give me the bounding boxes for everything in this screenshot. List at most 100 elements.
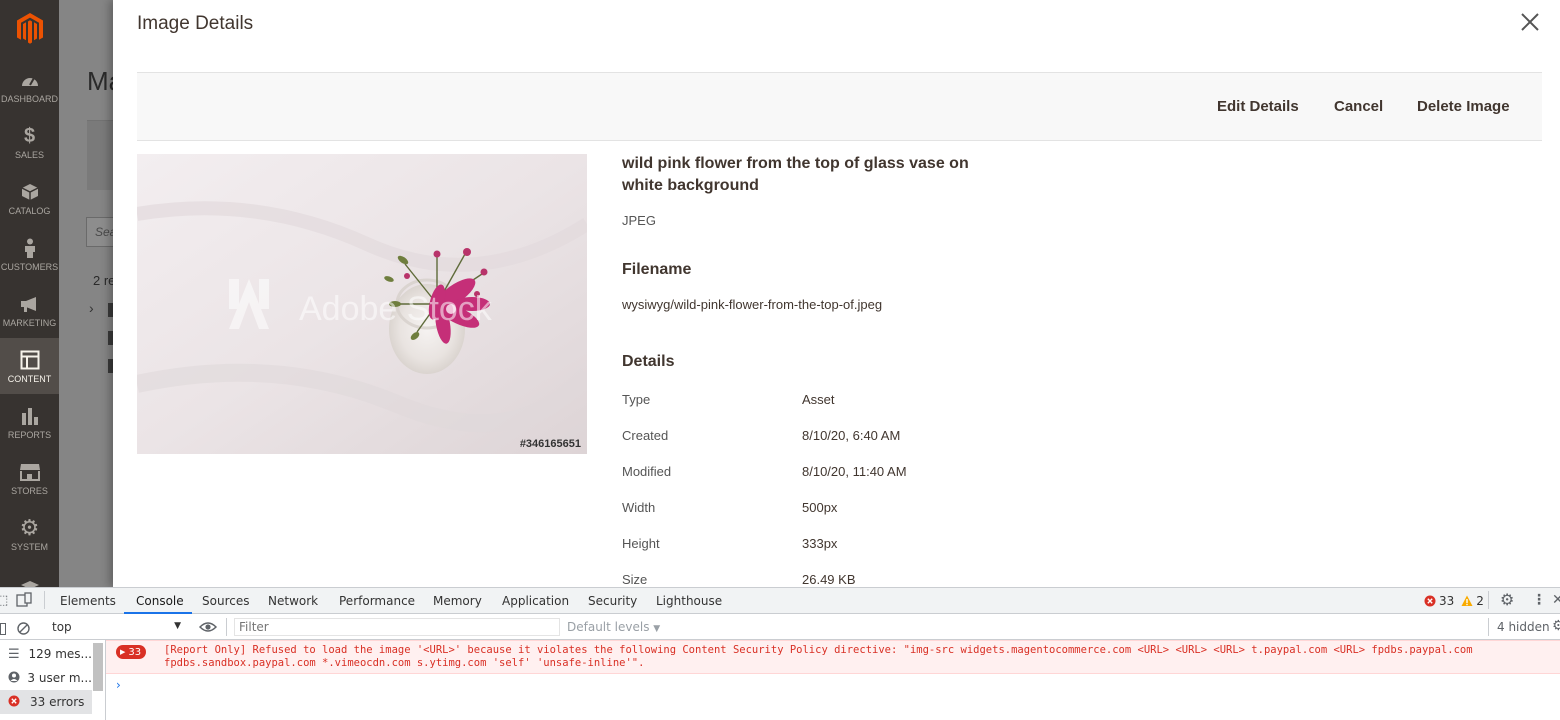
admin-sidebar: DASHBOARD $ SALES CATALOG CUSTOMERS MARK… — [0, 0, 59, 587]
image-info-panel: wild pink flower from the top of glass v… — [622, 153, 1042, 587]
log-levels-label: Default levels — [567, 620, 650, 634]
nav-catalog-label: CATALOG — [8, 205, 51, 216]
nav-system-label: SYSTEM — [10, 541, 48, 552]
detail-key: Modified — [622, 463, 672, 479]
hidden-messages-count: 4 hidden — [1497, 620, 1550, 634]
stock-id-label: #346165651 — [519, 438, 581, 450]
console-filter-input[interactable] — [234, 618, 560, 636]
bar-chart-icon — [21, 405, 39, 427]
error-icon — [1424, 595, 1436, 607]
console-settings-icon[interactable]: ⚙ — [1552, 618, 1560, 634]
filename-value: wysiwyg/wild-pink-flower-from-the-top-of… — [622, 297, 883, 312]
sidebar-item-label: 33 errors — [30, 695, 85, 709]
kebab-menu-icon[interactable]: ⋮ — [1532, 592, 1546, 608]
nav-catalog[interactable]: CATALOG — [0, 170, 59, 226]
tab-divider — [44, 591, 45, 609]
sidebar-item-user-messages[interactable]: 3 user m... — [0, 666, 92, 690]
cube-icon — [21, 181, 39, 203]
detail-key: Size — [622, 571, 648, 587]
image-preview[interactable]: Adobe Stock #346165651 — [137, 154, 587, 454]
nav-system[interactable]: ⚙ SYSTEM — [0, 506, 59, 562]
preview-watermark: Adobe Stock — [299, 290, 493, 328]
nav-reports-label: REPORTS — [7, 429, 52, 440]
detail-row: Size 26.49 KB — [622, 561, 1042, 587]
detail-row: Width 500px — [622, 489, 1042, 525]
nav-customers-label: CUSTOMERS — [0, 261, 59, 272]
nav-reports[interactable]: REPORTS — [0, 394, 59, 450]
close-icon — [1521, 13, 1539, 31]
magento-logo[interactable] — [0, 0, 59, 58]
tab-console[interactable]: Console — [136, 594, 184, 608]
device-toolbar-icon[interactable] — [16, 592, 32, 612]
tab-divider — [1488, 618, 1489, 636]
close-devtools-icon[interactable]: ✕ — [1552, 592, 1560, 608]
nav-content[interactable]: CONTENT — [0, 338, 59, 394]
detail-value: 8/10/20, 11:40 AM — [802, 463, 907, 479]
warning-count: 2 — [1476, 594, 1484, 608]
tab-performance[interactable]: Performance — [339, 594, 415, 608]
sidebar-item-messages[interactable]: ☰ 129 mes... — [0, 642, 92, 666]
settings-gear-icon[interactable]: ⚙ — [1500, 590, 1514, 609]
filename-heading: Filename — [622, 261, 692, 278]
tab-divider — [226, 618, 227, 636]
edit-details-button[interactable]: Edit Details — [1217, 98, 1299, 115]
expand-triangle-icon: ▶ — [120, 648, 126, 656]
tab-sources[interactable]: Sources — [202, 594, 249, 608]
error-repeat-badge[interactable]: ▶ 33 — [116, 645, 147, 659]
dropdown-arrow-icon: ▼ — [653, 624, 661, 634]
context-selector[interactable]: top ▼ — [40, 618, 190, 636]
modal-action-bar: Edit Details Cancel Delete Image — [137, 72, 1542, 141]
chevron-right-icon: › — [89, 300, 94, 316]
console-prompt-icon[interactable]: › — [116, 678, 121, 692]
store-icon — [19, 461, 41, 483]
console-sidebar: ☰ 129 mes... 3 user m... 33 errors — [0, 640, 106, 720]
console-log: ▶ 33 [Report Only] Refused to load the i… — [106, 640, 1560, 720]
tab-network[interactable]: Network — [268, 594, 318, 608]
tab-lighthouse[interactable]: Lighthouse — [656, 594, 722, 608]
issue-counter[interactable]: 33 2 — [1424, 594, 1484, 608]
cancel-button[interactable]: Cancel — [1334, 98, 1383, 115]
layout-icon — [20, 349, 40, 371]
background-records-count: 2 re — [93, 273, 113, 288]
sidebar-toggle-icon[interactable] — [0, 620, 6, 639]
clear-console-icon[interactable] — [17, 620, 30, 639]
nav-customers[interactable]: CUSTOMERS — [0, 226, 59, 282]
error-repeat-count: 33 — [128, 646, 142, 658]
detail-key: Width — [622, 499, 656, 515]
detail-row: Type Asset — [622, 381, 1042, 417]
close-button[interactable] — [1518, 10, 1542, 34]
console-filter-bar: top ▼ Default levels ▼ 4 hidden ⚙ — [0, 614, 1560, 640]
sidebar-scrollbar[interactable] — [93, 643, 103, 691]
detail-value: 8/10/20, 6:40 AM — [802, 427, 901, 443]
background-page: Ma Sea 2 re › — [59, 0, 113, 587]
detail-key: Type — [622, 391, 651, 407]
nav-stores[interactable]: STORES — [0, 450, 59, 506]
list-icon: ☰ — [8, 646, 20, 662]
delete-image-button[interactable]: Delete Image — [1417, 98, 1510, 115]
sidebar-item-label: 3 user m... — [27, 671, 92, 685]
nav-dashboard[interactable]: DASHBOARD — [0, 58, 59, 114]
sidebar-item-errors[interactable]: 33 errors — [0, 690, 92, 714]
details-heading: Details — [622, 353, 675, 370]
console-error-message[interactable]: ▶ 33 [Report Only] Refused to load the i… — [106, 640, 1560, 674]
tab-security[interactable]: Security — [588, 594, 637, 608]
tab-memory[interactable]: Memory — [433, 594, 482, 608]
detail-row: Modified 8/10/20, 11:40 AM — [622, 453, 1042, 489]
log-levels-dropdown[interactable]: Default levels ▼ — [567, 620, 660, 634]
user-icon — [0, 671, 27, 686]
tab-application[interactable]: Application — [502, 594, 569, 608]
nav-marketing[interactable]: MARKETING — [0, 282, 59, 338]
magento-logo-icon — [16, 13, 43, 44]
tab-elements[interactable]: Elements — [60, 594, 116, 608]
nav-sales[interactable]: $ SALES — [0, 114, 59, 170]
nav-marketing-label: MARKETING — [2, 317, 57, 328]
nav-more[interactable] — [0, 562, 59, 587]
live-expression-eye-icon[interactable] — [198, 619, 218, 638]
nav-dashboard-label: DASHBOARD — [0, 93, 58, 104]
background-toolbar — [87, 120, 113, 190]
detail-row: Created 8/10/20, 6:40 AM — [622, 417, 1042, 453]
dropdown-arrow-icon: ▼ — [174, 621, 181, 631]
error-message-text: [Report Only] Refused to load the image … — [164, 644, 1473, 669]
detail-key: Height — [622, 535, 660, 551]
inspect-icon[interactable]: ⬚ — [0, 593, 8, 608]
